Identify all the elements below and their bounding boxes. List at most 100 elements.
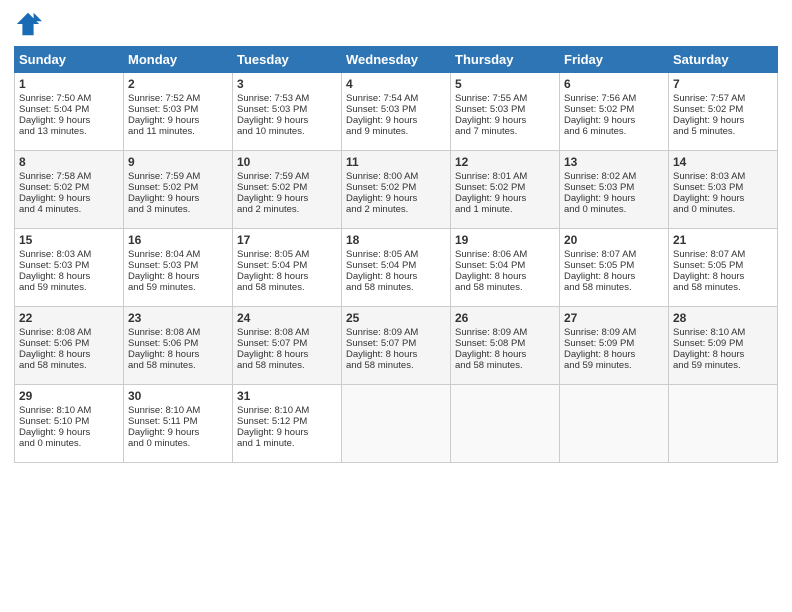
- day-number: 24: [237, 311, 337, 325]
- day-info-line: and 2 minutes.: [237, 204, 337, 215]
- day-info-line: Daylight: 8 hours: [237, 349, 337, 360]
- week-row-3: 22Sunrise: 8:08 AMSunset: 5:06 PMDayligh…: [15, 307, 778, 385]
- day-info-line: Daylight: 8 hours: [237, 271, 337, 282]
- day-number: 30: [128, 389, 228, 403]
- day-info-line: Daylight: 9 hours: [346, 193, 446, 204]
- week-row-1: 8Sunrise: 7:58 AMSunset: 5:02 PMDaylight…: [15, 151, 778, 229]
- day-info-line: Sunrise: 8:08 AM: [128, 327, 228, 338]
- day-info-line: Sunrise: 8:07 AM: [564, 249, 664, 260]
- day-info-line: Sunrise: 8:09 AM: [564, 327, 664, 338]
- day-info-line: Sunset: 5:02 PM: [19, 182, 119, 193]
- day-info-line: Sunset: 5:03 PM: [564, 182, 664, 193]
- day-info-line: Sunset: 5:03 PM: [128, 260, 228, 271]
- day-info-line: Sunset: 5:02 PM: [673, 104, 773, 115]
- day-info-line: Daylight: 8 hours: [564, 349, 664, 360]
- day-info-line: Sunrise: 8:04 AM: [128, 249, 228, 260]
- week-row-2: 15Sunrise: 8:03 AMSunset: 5:03 PMDayligh…: [15, 229, 778, 307]
- calendar-body: 1Sunrise: 7:50 AMSunset: 5:04 PMDaylight…: [15, 73, 778, 463]
- day-info-line: Sunset: 5:03 PM: [128, 104, 228, 115]
- calendar-cell: 9Sunrise: 7:59 AMSunset: 5:02 PMDaylight…: [124, 151, 233, 229]
- header-monday: Monday: [124, 47, 233, 73]
- day-info-line: Sunset: 5:03 PM: [455, 104, 555, 115]
- day-info-line: Sunset: 5:04 PM: [19, 104, 119, 115]
- calendar-cell: 16Sunrise: 8:04 AMSunset: 5:03 PMDayligh…: [124, 229, 233, 307]
- day-info-line: and 10 minutes.: [237, 126, 337, 137]
- day-info-line: Daylight: 8 hours: [455, 349, 555, 360]
- calendar-cell: [669, 385, 778, 463]
- calendar-cell: 4Sunrise: 7:54 AMSunset: 5:03 PMDaylight…: [342, 73, 451, 151]
- calendar-cell: 22Sunrise: 8:08 AMSunset: 5:06 PMDayligh…: [15, 307, 124, 385]
- day-info-line: Sunrise: 8:10 AM: [673, 327, 773, 338]
- day-info-line: Daylight: 9 hours: [19, 193, 119, 204]
- calendar-cell: 17Sunrise: 8:05 AMSunset: 5:04 PMDayligh…: [233, 229, 342, 307]
- day-info-line: Daylight: 8 hours: [128, 349, 228, 360]
- day-info-line: and 58 minutes.: [237, 282, 337, 293]
- day-info-line: Sunset: 5:03 PM: [673, 182, 773, 193]
- day-info-line: and 58 minutes.: [455, 360, 555, 371]
- day-info-line: Sunset: 5:12 PM: [237, 416, 337, 427]
- header-tuesday: Tuesday: [233, 47, 342, 73]
- page-container: SundayMondayTuesdayWednesdayThursdayFrid…: [0, 0, 792, 469]
- day-info-line: Sunset: 5:04 PM: [237, 260, 337, 271]
- day-info-line: Sunrise: 8:06 AM: [455, 249, 555, 260]
- day-info-line: Daylight: 9 hours: [673, 115, 773, 126]
- logo: [14, 10, 46, 38]
- calendar-header: SundayMondayTuesdayWednesdayThursdayFrid…: [15, 47, 778, 73]
- day-info-line: and 59 minutes.: [673, 360, 773, 371]
- day-number: 3: [237, 77, 337, 91]
- day-number: 17: [237, 233, 337, 247]
- day-info-line: Sunset: 5:08 PM: [455, 338, 555, 349]
- day-info-line: Daylight: 9 hours: [128, 115, 228, 126]
- day-number: 23: [128, 311, 228, 325]
- day-number: 6: [564, 77, 664, 91]
- calendar-cell: [560, 385, 669, 463]
- day-info-line: Daylight: 8 hours: [346, 349, 446, 360]
- calendar-cell: 1Sunrise: 7:50 AMSunset: 5:04 PMDaylight…: [15, 73, 124, 151]
- day-number: 14: [673, 155, 773, 169]
- day-number: 2: [128, 77, 228, 91]
- day-number: 10: [237, 155, 337, 169]
- day-info-line: Sunset: 5:05 PM: [673, 260, 773, 271]
- calendar-cell: 27Sunrise: 8:09 AMSunset: 5:09 PMDayligh…: [560, 307, 669, 385]
- calendar-cell: 3Sunrise: 7:53 AMSunset: 5:03 PMDaylight…: [233, 73, 342, 151]
- day-info-line: Sunset: 5:07 PM: [237, 338, 337, 349]
- day-number: 27: [564, 311, 664, 325]
- day-info-line: Sunrise: 7:57 AM: [673, 93, 773, 104]
- week-row-4: 29Sunrise: 8:10 AMSunset: 5:10 PMDayligh…: [15, 385, 778, 463]
- calendar-cell: 6Sunrise: 7:56 AMSunset: 5:02 PMDaylight…: [560, 73, 669, 151]
- day-number: 9: [128, 155, 228, 169]
- day-info-line: and 58 minutes.: [19, 360, 119, 371]
- logo-icon: [14, 10, 42, 38]
- day-number: 28: [673, 311, 773, 325]
- day-info-line: Sunset: 5:05 PM: [564, 260, 664, 271]
- calendar-cell: 31Sunrise: 8:10 AMSunset: 5:12 PMDayligh…: [233, 385, 342, 463]
- day-info-line: Sunrise: 7:53 AM: [237, 93, 337, 104]
- day-info-line: and 58 minutes.: [455, 282, 555, 293]
- day-info-line: Daylight: 8 hours: [673, 271, 773, 282]
- day-info-line: Daylight: 8 hours: [673, 349, 773, 360]
- day-info-line: and 5 minutes.: [673, 126, 773, 137]
- day-info-line: Sunset: 5:04 PM: [455, 260, 555, 271]
- day-number: 19: [455, 233, 555, 247]
- day-info-line: Sunrise: 8:02 AM: [564, 171, 664, 182]
- calendar-cell: 15Sunrise: 8:03 AMSunset: 5:03 PMDayligh…: [15, 229, 124, 307]
- day-number: 11: [346, 155, 446, 169]
- day-info-line: and 11 minutes.: [128, 126, 228, 137]
- day-info-line: Daylight: 8 hours: [564, 271, 664, 282]
- day-info-line: Sunrise: 8:07 AM: [673, 249, 773, 260]
- calendar-cell: 13Sunrise: 8:02 AMSunset: 5:03 PMDayligh…: [560, 151, 669, 229]
- day-info-line: and 58 minutes.: [346, 282, 446, 293]
- day-info-line: Daylight: 9 hours: [673, 193, 773, 204]
- day-info-line: and 0 minutes.: [19, 438, 119, 449]
- day-info-line: and 1 minute.: [237, 438, 337, 449]
- day-number: 7: [673, 77, 773, 91]
- day-number: 20: [564, 233, 664, 247]
- day-info-line: and 58 minutes.: [237, 360, 337, 371]
- day-info-line: Sunset: 5:02 PM: [128, 182, 228, 193]
- calendar-cell: 5Sunrise: 7:55 AMSunset: 5:03 PMDaylight…: [451, 73, 560, 151]
- day-number: 25: [346, 311, 446, 325]
- header-wednesday: Wednesday: [342, 47, 451, 73]
- calendar-cell: 18Sunrise: 8:05 AMSunset: 5:04 PMDayligh…: [342, 229, 451, 307]
- header-friday: Friday: [560, 47, 669, 73]
- day-number: 5: [455, 77, 555, 91]
